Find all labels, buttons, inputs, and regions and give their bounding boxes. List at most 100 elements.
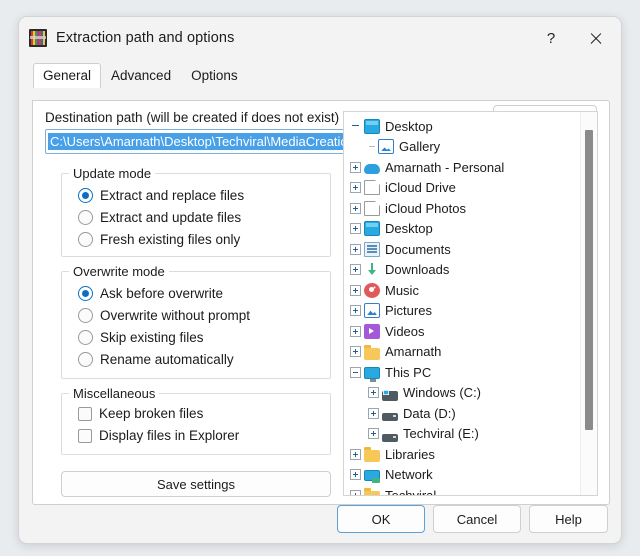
tree-item-amarnath-personal[interactable]: Amarnath - Personal bbox=[344, 157, 580, 178]
document-icon bbox=[364, 180, 380, 196]
radio-extract-and-replace-files[interactable]: Extract and replace files bbox=[78, 188, 244, 203]
expander-plus-icon[interactable] bbox=[350, 223, 361, 235]
tree-item-data-d[interactable]: Data (D:) bbox=[344, 403, 580, 424]
radio-indicator bbox=[78, 210, 93, 225]
tree-item-downloads[interactable]: Downloads bbox=[344, 260, 580, 281]
tree-item-label: Network bbox=[385, 467, 433, 483]
tree-item-label: Pictures bbox=[385, 303, 432, 319]
expander-plus-icon[interactable] bbox=[350, 469, 361, 481]
tree-item-icloud-drive[interactable]: iCloud Drive bbox=[344, 178, 580, 199]
title-bar: Extraction path and options ? bbox=[19, 17, 621, 59]
tab-advanced[interactable]: Advanced bbox=[101, 63, 181, 88]
expander-plus-icon[interactable] bbox=[368, 387, 379, 399]
tree-item-this-pc[interactable]: This PC bbox=[344, 362, 580, 383]
tree-item-windows-c[interactable]: Windows (C:) bbox=[344, 383, 580, 404]
expander-plus-icon[interactable] bbox=[350, 161, 361, 173]
radio-indicator bbox=[78, 286, 93, 301]
tree-item-music[interactable]: Music bbox=[344, 280, 580, 301]
folder-tree[interactable]: Desktop Gallery Amarnath - Personal iClo… bbox=[343, 111, 598, 496]
tab-general[interactable]: General bbox=[33, 63, 102, 88]
tree-item-label: iCloud Drive bbox=[385, 180, 456, 196]
tree-item-amarnath[interactable]: Amarnath bbox=[344, 342, 580, 363]
tree-item-network[interactable]: Network bbox=[344, 465, 580, 486]
expander-plus-icon[interactable] bbox=[350, 448, 361, 460]
cancel-button[interactable]: Cancel bbox=[433, 505, 521, 533]
tree-item-techviral-e[interactable]: Techviral (E:) bbox=[344, 424, 580, 445]
tree-item-desktop[interactable]: Desktop bbox=[344, 219, 580, 240]
checkbox-display-files-in-explorer[interactable]: Display files in Explorer bbox=[78, 428, 239, 443]
dialog-footer: OK Cancel Help bbox=[19, 503, 621, 543]
tree-item-videos[interactable]: Videos bbox=[344, 321, 580, 342]
expander-plus-icon[interactable] bbox=[368, 407, 379, 419]
tree-item-label: Amarnath bbox=[385, 344, 442, 360]
network-icon bbox=[364, 470, 380, 484]
option-label: Keep broken files bbox=[99, 406, 204, 421]
expander-plus-icon[interactable] bbox=[350, 346, 361, 358]
gallery-icon bbox=[378, 139, 394, 155]
checkbox-keep-broken-files[interactable]: Keep broken files bbox=[78, 406, 203, 421]
tree-item-label: Desktop bbox=[385, 118, 433, 134]
radio-indicator bbox=[78, 352, 93, 367]
close-button[interactable] bbox=[573, 18, 617, 58]
drive-icon bbox=[382, 413, 398, 422]
expander-plus-icon[interactable] bbox=[350, 202, 361, 214]
general-tab-panel: Destination path (will be created if doe… bbox=[32, 100, 610, 505]
tree-scrollbar[interactable] bbox=[580, 112, 597, 495]
tab-strip: General Advanced Options bbox=[33, 61, 621, 88]
tree-item-desktop-root[interactable]: Desktop bbox=[344, 116, 580, 137]
tree-item-label: Libraries bbox=[385, 446, 435, 462]
update-mode-legend: Update mode bbox=[69, 166, 156, 181]
winrar-books-icon bbox=[29, 29, 47, 47]
expander-plus-icon[interactable] bbox=[350, 264, 361, 276]
radio-indicator bbox=[78, 308, 93, 323]
pc-icon bbox=[364, 367, 380, 383]
help-button[interactable]: Help bbox=[529, 505, 608, 533]
desktop-icon bbox=[364, 118, 380, 134]
checkbox-indicator bbox=[78, 406, 92, 421]
expander-plus-icon[interactable] bbox=[350, 325, 361, 337]
cloud-icon bbox=[364, 164, 380, 175]
tree-item-gallery[interactable]: Gallery bbox=[344, 137, 580, 158]
save-settings-button[interactable]: Save settings bbox=[61, 471, 331, 497]
tree-item-label: Downloads bbox=[385, 262, 450, 278]
close-icon bbox=[589, 32, 602, 45]
radio-indicator bbox=[78, 232, 93, 247]
screen: Extraction path and options ? General Ad… bbox=[0, 0, 640, 556]
download-icon bbox=[364, 262, 380, 277]
ok-button[interactable]: OK bbox=[337, 505, 425, 533]
tree-item-icloud-photos[interactable]: iCloud Photos bbox=[344, 198, 580, 219]
overwrite-mode-legend: Overwrite mode bbox=[69, 264, 169, 279]
tree-item-label: Amarnath - Personal bbox=[385, 159, 505, 175]
expander-plus-icon[interactable] bbox=[350, 182, 361, 194]
expander-minus-icon[interactable] bbox=[350, 366, 361, 378]
expander-plus-icon[interactable] bbox=[350, 305, 361, 317]
expander-plus-icon[interactable] bbox=[350, 489, 361, 495]
music-icon bbox=[364, 282, 380, 298]
option-label: Fresh existing files only bbox=[100, 232, 241, 247]
option-label: Rename automatically bbox=[100, 352, 234, 367]
radio-rename-automatically[interactable]: Rename automatically bbox=[78, 352, 234, 367]
desktop-icon bbox=[364, 221, 380, 237]
tab-options[interactable]: Options bbox=[181, 63, 248, 88]
radio-ask-before-overwrite[interactable]: Ask before overwrite bbox=[78, 286, 223, 301]
window-controls: ? bbox=[529, 17, 621, 59]
tree-item-label: Music bbox=[385, 282, 419, 298]
radio-skip-existing-files[interactable]: Skip existing files bbox=[78, 330, 204, 345]
expander-plus-icon[interactable] bbox=[350, 284, 361, 296]
radio-overwrite-without-prompt[interactable]: Overwrite without prompt bbox=[78, 308, 250, 323]
expander-plus-icon[interactable] bbox=[368, 428, 379, 440]
help-titlebar-button[interactable]: ? bbox=[529, 18, 573, 58]
tree-item-label: Data (D:) bbox=[403, 405, 456, 421]
expander-plus-icon[interactable] bbox=[350, 243, 361, 255]
option-label: Extract and replace files bbox=[100, 188, 245, 203]
radio-extract-and-update-files[interactable]: Extract and update files bbox=[78, 210, 241, 225]
tree-item-label: Desktop bbox=[385, 221, 433, 237]
tree-item-pictures[interactable]: Pictures bbox=[344, 301, 580, 322]
tree-item-libraries[interactable]: Libraries bbox=[344, 444, 580, 465]
tree-item-documents[interactable]: Documents bbox=[344, 239, 580, 260]
tree-scrollbar-thumb[interactable] bbox=[585, 130, 593, 430]
tree-item-techviral[interactable]: Techviral bbox=[344, 485, 580, 495]
destination-path-label: Destination path (will be created if doe… bbox=[45, 110, 340, 125]
video-icon bbox=[364, 323, 380, 339]
radio-fresh-existing-files-only[interactable]: Fresh existing files only bbox=[78, 232, 240, 247]
